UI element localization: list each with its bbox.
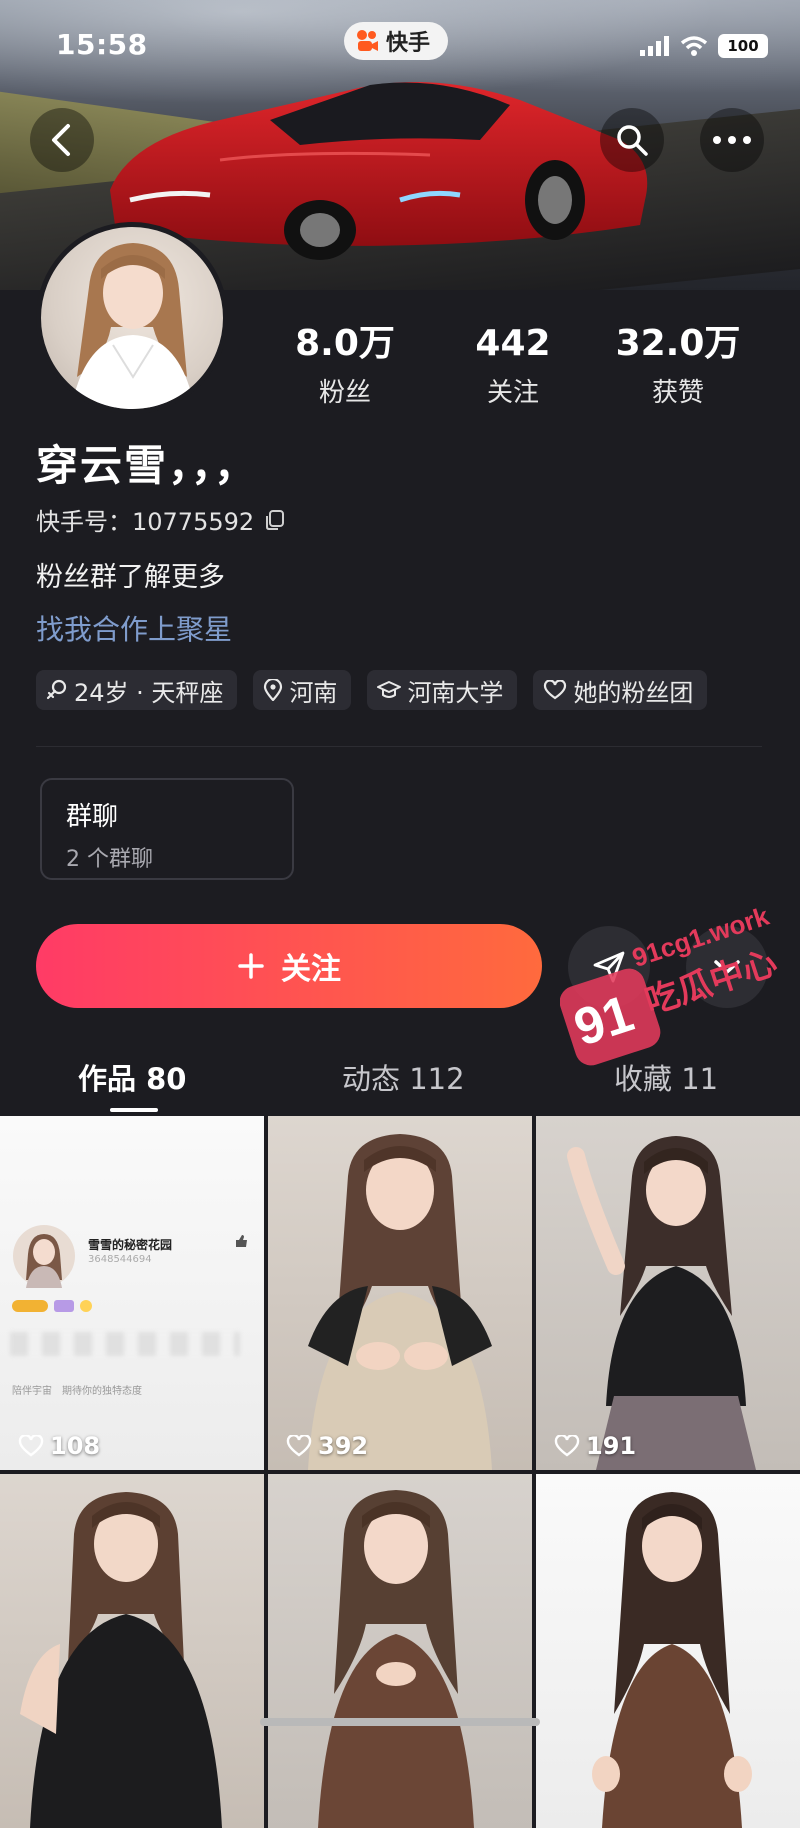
location-pin-icon <box>264 679 283 701</box>
mini-thumb-icon <box>236 1235 247 1247</box>
tag-school-text: 河南大学 <box>407 678 504 707</box>
group-chat-title: 群聊 <box>66 802 119 832</box>
chevron-left-icon <box>52 124 70 156</box>
grid-tile[interactable] <box>268 1474 532 1828</box>
heart-outline-icon <box>18 1435 44 1457</box>
mini-avatar-image <box>13 1225 75 1288</box>
wifi-icon <box>680 36 708 56</box>
gender-female-icon <box>46 679 67 700</box>
app-badge: 快手 <box>344 22 449 60</box>
tile-photo-image <box>567 1136 756 1470</box>
stat-following[interactable]: 442 关注 <box>438 322 588 409</box>
group-chat-subtitle: 2 个群聊 <box>66 847 153 872</box>
plus-icon <box>238 953 264 979</box>
grid-tile[interactable] <box>0 1474 264 1828</box>
section-divider <box>36 746 762 747</box>
stat-likes-label: 获赞 <box>651 378 704 408</box>
grid-tile[interactable]: 雪雪的秘密花园 3648544694 陪伴宇宙 期待你的独特态度 108 <box>0 1116 264 1470</box>
profile-tags: 24岁 · 天秤座 河南 河南大学 她的粉丝团 <box>36 670 708 710</box>
profile-name: 穿云雪，，， <box>36 441 259 490</box>
graduation-cap-icon <box>377 681 402 698</box>
avatar[interactable] <box>36 222 228 414</box>
tile-photo-image <box>308 1134 492 1470</box>
tag-fan-club-text: 她的粉丝团 <box>573 678 694 707</box>
tile-likes-count: 108 <box>50 1432 101 1460</box>
cooperation-link[interactable]: 找我合作上聚星 <box>36 608 232 648</box>
tile-photo-image <box>318 1490 474 1828</box>
more-horizontal-icon <box>713 136 751 144</box>
stat-likes[interactable]: 32.0万 获赞 <box>603 322 753 409</box>
mini-blurred-row <box>10 1332 240 1356</box>
battery-indicator: 100 <box>718 34 768 58</box>
home-indicator[interactable] <box>260 1718 540 1726</box>
tab-favorites[interactable]: 收藏 11 <box>614 1056 718 1098</box>
tag-location[interactable]: 河南 <box>253 670 352 710</box>
follow-button-label: 关注 <box>281 952 341 987</box>
tag-age-text: 24岁 · 天秤座 <box>74 678 224 707</box>
tile-likes-count: 392 <box>318 1432 369 1460</box>
content-tabs: 作品 80 动态 112 收藏 11 <box>0 1046 800 1116</box>
tile-photo-image <box>592 1492 752 1828</box>
tag-school[interactable]: 河南大学 <box>367 670 518 710</box>
kuaishou-id: 快手号：10775592 <box>36 508 255 536</box>
grid-tile[interactable]: 191 <box>536 1116 800 1470</box>
kuaishou-logo-icon <box>357 30 378 51</box>
tile-likes-count: 191 <box>586 1432 637 1460</box>
active-tab-indicator <box>110 1108 158 1112</box>
kuaishou-id-row: 快手号：10775592 <box>36 502 286 537</box>
profile-bio: 粉丝群了解更多 <box>36 562 225 593</box>
copy-icon[interactable] <box>264 509 286 531</box>
stat-fans-value: 8.0万 <box>295 323 395 364</box>
stat-likes-value: 32.0万 <box>615 323 741 364</box>
stat-fans-label: 粉丝 <box>318 378 371 408</box>
heart-outline-icon <box>544 680 567 700</box>
heart-outline-icon <box>286 1435 312 1457</box>
tile-likes: 191 <box>554 1432 636 1460</box>
back-button[interactable] <box>30 108 94 172</box>
tag-age[interactable]: 24岁 · 天秤座 <box>36 670 238 710</box>
search-icon <box>617 125 648 156</box>
tile-photo-image <box>20 1492 222 1828</box>
grid-tile[interactable]: 392 <box>268 1116 532 1470</box>
tile-likes: 392 <box>286 1432 368 1460</box>
follow-button[interactable]: 关注 <box>36 924 542 1008</box>
stat-following-value: 442 <box>475 323 551 364</box>
stat-fans[interactable]: 8.0万 粉丝 <box>270 322 420 409</box>
heart-outline-icon <box>554 1435 580 1457</box>
signal-icon <box>640 36 669 56</box>
mini-card-line-b: 期待你的独特态度 <box>62 1386 142 1397</box>
search-button[interactable] <box>600 108 664 172</box>
tab-works[interactable]: 作品 80 <box>78 1056 186 1098</box>
status-time: 15:58 <box>56 28 148 61</box>
tag-fan-club[interactable]: 她的粉丝团 <box>533 670 708 710</box>
status-icons: 100 <box>640 34 768 58</box>
mini-card-id: 3648544694 <box>88 1254 152 1265</box>
mini-badges <box>12 1300 92 1312</box>
grid-tile[interactable] <box>536 1474 800 1828</box>
more-options-button[interactable] <box>700 108 764 172</box>
tab-moments[interactable]: 动态 112 <box>342 1056 465 1098</box>
mini-card-line-a: 陪伴宇宙 <box>12 1386 52 1397</box>
app-name: 快手 <box>386 31 431 56</box>
tag-location-text: 河南 <box>289 678 338 707</box>
tile-likes: 108 <box>18 1432 100 1460</box>
group-chat-card[interactable]: 群聊 2 个群聊 <box>40 778 294 880</box>
avatar-portrait-image <box>71 243 195 409</box>
mini-card-name: 雪雪的秘密花园 <box>88 1238 173 1252</box>
stat-following-label: 关注 <box>486 378 539 408</box>
